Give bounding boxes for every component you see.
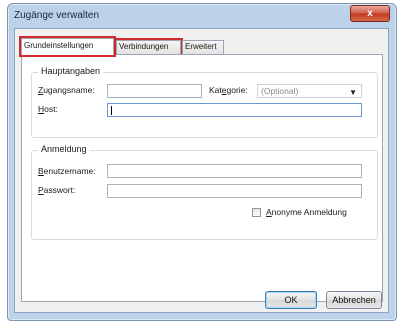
tab-label: Erweitert xyxy=(185,42,217,51)
dialog-client-area: Grundeinstellungen Verbindungen Erweiter… xyxy=(14,28,389,313)
passwort-input[interactable] xyxy=(107,184,362,198)
tab-label: Grundeinstellungen xyxy=(24,41,94,50)
benutzername-input[interactable] xyxy=(107,164,362,178)
anonyme-anmeldung-checkbox[interactable] xyxy=(252,208,261,217)
chevron-down-icon: ▼ xyxy=(349,88,357,97)
dialog-window: Zugänge verwalten x Grundeinstellungen V… xyxy=(7,3,397,321)
text-caret xyxy=(111,106,112,115)
tab-erweitert[interactable]: Erweitert xyxy=(182,40,224,54)
close-icon: x xyxy=(367,8,373,19)
close-button[interactable]: x xyxy=(350,5,390,22)
zugangsname-label: Zugangsname: xyxy=(38,85,95,95)
kategorie-label: Kategorie: xyxy=(209,85,248,95)
tab-panel-grundeinstellungen: Hauptangaben Zugangsname: Kategorie: (Op… xyxy=(21,54,383,302)
group-title-anmeldung: Anmeldung xyxy=(38,144,90,154)
tab-label: Verbindungen xyxy=(119,42,169,51)
cancel-button[interactable]: Abbrechen xyxy=(326,291,382,309)
group-anmeldung: Anmeldung Benutzername: Passwort: Anonym… xyxy=(31,144,378,240)
anonyme-anmeldung-label[interactable]: Anonyme Anmeldung xyxy=(266,207,347,217)
tab-verbindungen[interactable]: Verbindungen xyxy=(114,38,183,56)
window-title: Zugänge verwalten xyxy=(14,10,100,21)
group-hauptangaben: Hauptangaben Zugangsname: Kategorie: (Op… xyxy=(31,66,378,138)
host-input[interactable] xyxy=(107,103,362,117)
tab-grundeinstellungen[interactable]: Grundeinstellungen xyxy=(19,36,116,57)
benutzername-label: Benutzername: xyxy=(38,166,96,176)
passwort-label: Passwort: xyxy=(38,185,76,195)
zugangsname-input[interactable] xyxy=(107,84,202,98)
title-bar[interactable]: Zugänge verwalten x xyxy=(8,4,396,28)
kategorie-dropdown[interactable]: (Optional) ▼ xyxy=(257,84,362,98)
group-title-hauptangaben: Hauptangaben xyxy=(38,66,104,76)
ok-button[interactable]: OK xyxy=(265,291,317,309)
kategorie-placeholder: (Optional) xyxy=(261,86,299,96)
host-label: Host: xyxy=(38,104,58,114)
